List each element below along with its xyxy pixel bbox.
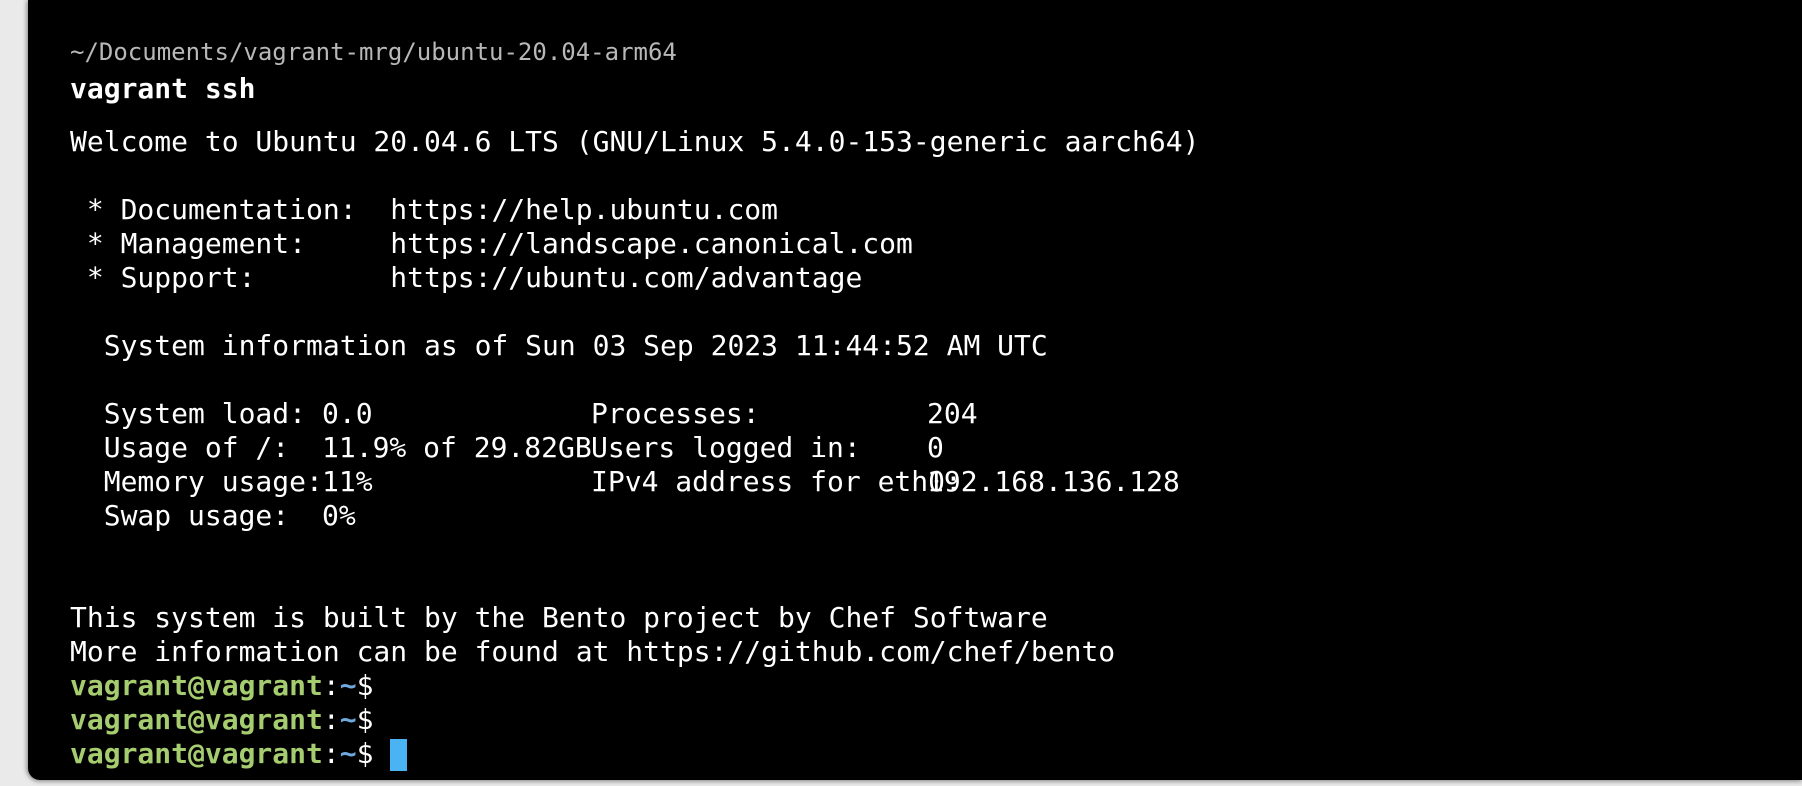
stat-label: IPv4 address for eth0: (591, 465, 979, 498)
prompt-directory: ~ (339, 703, 357, 736)
prompt-separator: : (322, 669, 340, 702)
prompt-user: vagrant@vagrant (70, 669, 323, 702)
stat-label: Swap usage: (70, 499, 340, 532)
prompt-user: vagrant@vagrant (70, 737, 323, 770)
terminal-window[interactable]: ~/Documents/vagrant-mrg/ubuntu-20.04-arm… (28, 0, 1802, 780)
stat-label: Memory usage: (70, 465, 340, 498)
stat-label: Users logged in: (591, 431, 979, 464)
shell-prompt: vagrant@vagrant:~$ (70, 703, 373, 737)
link-url: https://ubuntu.com/advantage (390, 261, 863, 294)
stat-row: Usage of /: 11.9% of 29.82GB Users logge… (70, 431, 944, 465)
stat-value: 11% (322, 465, 373, 498)
stat-label: System load: (70, 397, 340, 430)
stat-value: 0% (322, 499, 356, 532)
stat-value: 11.9% of 29.82GB (322, 431, 592, 464)
link-url: https://landscape.canonical.com (390, 227, 913, 260)
link-label: * Management: (70, 227, 391, 260)
bento-info-line: More information can be found at https:/… (70, 635, 1116, 668)
stat-value: 192.168.136.128 (927, 465, 1180, 498)
link-label: * Support: (70, 261, 391, 294)
link-url: https://help.ubuntu.com (390, 193, 779, 226)
prompt-user: vagrant@vagrant (70, 703, 323, 736)
system-info-header: System information as of Sun 03 Sep 2023… (70, 329, 1048, 362)
shell-prompt: vagrant@vagrant:~$ (70, 669, 373, 703)
stat-label: Usage of /: (70, 431, 340, 464)
management-link-line: * Management: https://landscape.canonica… (70, 227, 913, 261)
stat-row: Memory usage: 11% IPv4 address for eth0:… (70, 465, 1180, 499)
stat-value: 0 (927, 431, 944, 464)
prompt-symbol: $ (356, 703, 374, 736)
text-cursor[interactable] (390, 739, 408, 771)
shell-prompt[interactable]: vagrant@vagrant:~$ (70, 737, 408, 771)
prompt-separator: : (322, 737, 340, 770)
stat-value: 0.0 (322, 397, 373, 430)
stat-value: 204 (927, 397, 978, 430)
stat-label: Processes: (591, 397, 979, 430)
command-line: vagrant ssh (70, 72, 256, 105)
prompt-directory: ~ (339, 669, 357, 702)
terminal-output[interactable]: ~/Documents/vagrant-mrg/ubuntu-20.04-arm… (70, 0, 1802, 780)
link-label: * Documentation: (70, 193, 391, 226)
welcome-message: Welcome to Ubuntu 20.04.6 LTS (GNU/Linux… (70, 125, 1200, 158)
stat-row: System load: 0.0 Processes: 204 (70, 397, 978, 431)
support-link-line: * Support: https://ubuntu.com/advantage (70, 261, 862, 295)
cwd-path: ~/Documents/vagrant-mrg/ubuntu-20.04-arm… (70, 38, 677, 66)
bento-info-line: This system is built by the Bento projec… (70, 601, 1048, 634)
stat-row: Swap usage: 0% (70, 499, 356, 533)
prompt-separator: : (322, 703, 340, 736)
prompt-symbol: $ (356, 737, 374, 770)
prompt-directory: ~ (339, 737, 357, 770)
documentation-link-line: * Documentation: https://help.ubuntu.com (70, 193, 778, 227)
prompt-symbol: $ (356, 669, 374, 702)
